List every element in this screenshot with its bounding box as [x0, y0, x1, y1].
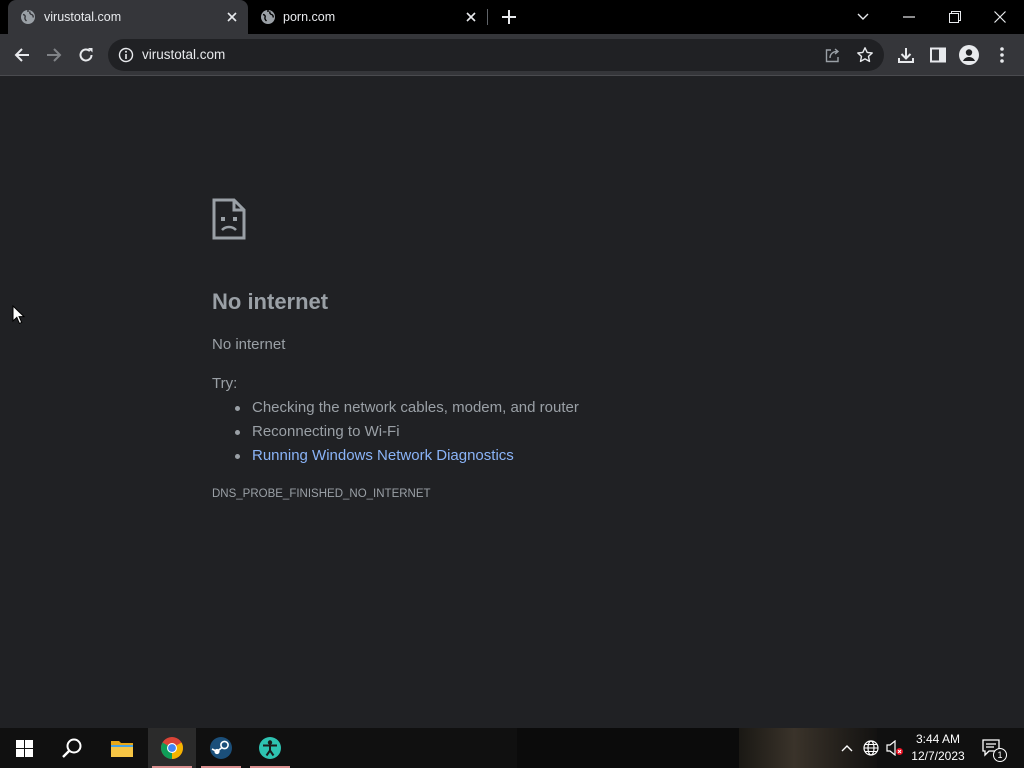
windows-start-icon	[15, 739, 33, 757]
tab-title: porn.com	[283, 10, 336, 24]
page-content: No internet No internet Try: Checking th…	[0, 77, 1024, 728]
info-icon[interactable]	[118, 47, 134, 63]
chrome-taskbar-button[interactable]	[148, 728, 196, 768]
tray-chevron-up-icon[interactable]	[837, 738, 857, 758]
clock-time: 3:44 AM	[915, 732, 961, 746]
profile-avatar-icon[interactable]	[959, 45, 979, 65]
steam-icon	[210, 737, 232, 759]
share-icon[interactable]	[824, 46, 842, 64]
windows-taskbar: 3:44 AM 12/7/2023 1	[0, 728, 1024, 768]
steam-taskbar-button[interactable]	[197, 728, 245, 768]
tab-porn[interactable]: porn.com	[250, 0, 487, 34]
file-explorer-icon	[111, 741, 133, 757]
suggestion-item: Checking the network cables, modem, and …	[212, 398, 579, 422]
file-explorer-button[interactable]	[98, 728, 146, 768]
network-globe-icon[interactable]	[861, 738, 881, 758]
side-panel-icon[interactable]	[928, 45, 948, 65]
suggestion-list: Checking the network cables, modem, and …	[212, 398, 579, 470]
forward-arrow-icon[interactable]	[44, 45, 64, 65]
search-icon	[62, 738, 82, 758]
taskbar-clock[interactable]: 3:44 AM 12/7/2023	[908, 731, 968, 765]
close-icon[interactable]	[224, 9, 240, 25]
bookmark-star-icon[interactable]	[856, 46, 874, 64]
error-code: DNS_PROBE_FINISHED_NO_INTERNET	[212, 488, 431, 500]
tab-divider	[487, 9, 488, 25]
back-arrow-icon[interactable]	[12, 45, 32, 65]
address-text[interactable]: virustotal.com	[142, 47, 225, 62]
clock-date: 12/7/2023	[911, 749, 965, 763]
new-tab-plus-icon[interactable]	[500, 8, 518, 26]
menu-kebab-icon[interactable]	[992, 45, 1012, 65]
accessibility-app-icon	[259, 737, 281, 759]
suggestion-item: Reconnecting to Wi-Fi	[212, 422, 579, 446]
network-diagnostics-link[interactable]: Running Windows Network Diagnostics	[212, 446, 579, 470]
tab-strip: virustotal.com porn.com	[0, 0, 1024, 34]
volume-muted-icon[interactable]	[885, 738, 905, 758]
notification-count-badge: 1	[993, 748, 1007, 762]
minimize-icon[interactable]	[899, 7, 919, 27]
reload-icon[interactable]	[76, 45, 96, 65]
restore-icon[interactable]	[945, 7, 965, 27]
app-taskbar-button[interactable]	[246, 728, 294, 768]
browser-toolbar: virustotal.com	[0, 34, 1024, 76]
try-label: Try:	[212, 375, 238, 392]
sad-page-icon	[212, 198, 246, 240]
tab-search-chevron-icon[interactable]	[853, 7, 873, 27]
download-icon[interactable]	[896, 45, 916, 65]
start-button[interactable]	[0, 728, 48, 768]
globe-icon	[21, 10, 35, 24]
globe-icon	[261, 10, 275, 24]
taskbar-empty-area	[517, 728, 739, 768]
search-button[interactable]	[48, 728, 96, 768]
close-icon[interactable]	[463, 9, 479, 25]
tab-title: virustotal.com	[44, 10, 122, 24]
close-window-icon[interactable]	[990, 7, 1010, 27]
error-subtitle: No internet	[212, 336, 286, 353]
error-title: No internet	[212, 289, 329, 314]
tab-virustotal[interactable]: virustotal.com	[8, 0, 248, 34]
address-bar[interactable]: virustotal.com	[108, 39, 884, 71]
chrome-icon	[161, 737, 183, 759]
mouse-cursor-icon	[12, 305, 26, 325]
